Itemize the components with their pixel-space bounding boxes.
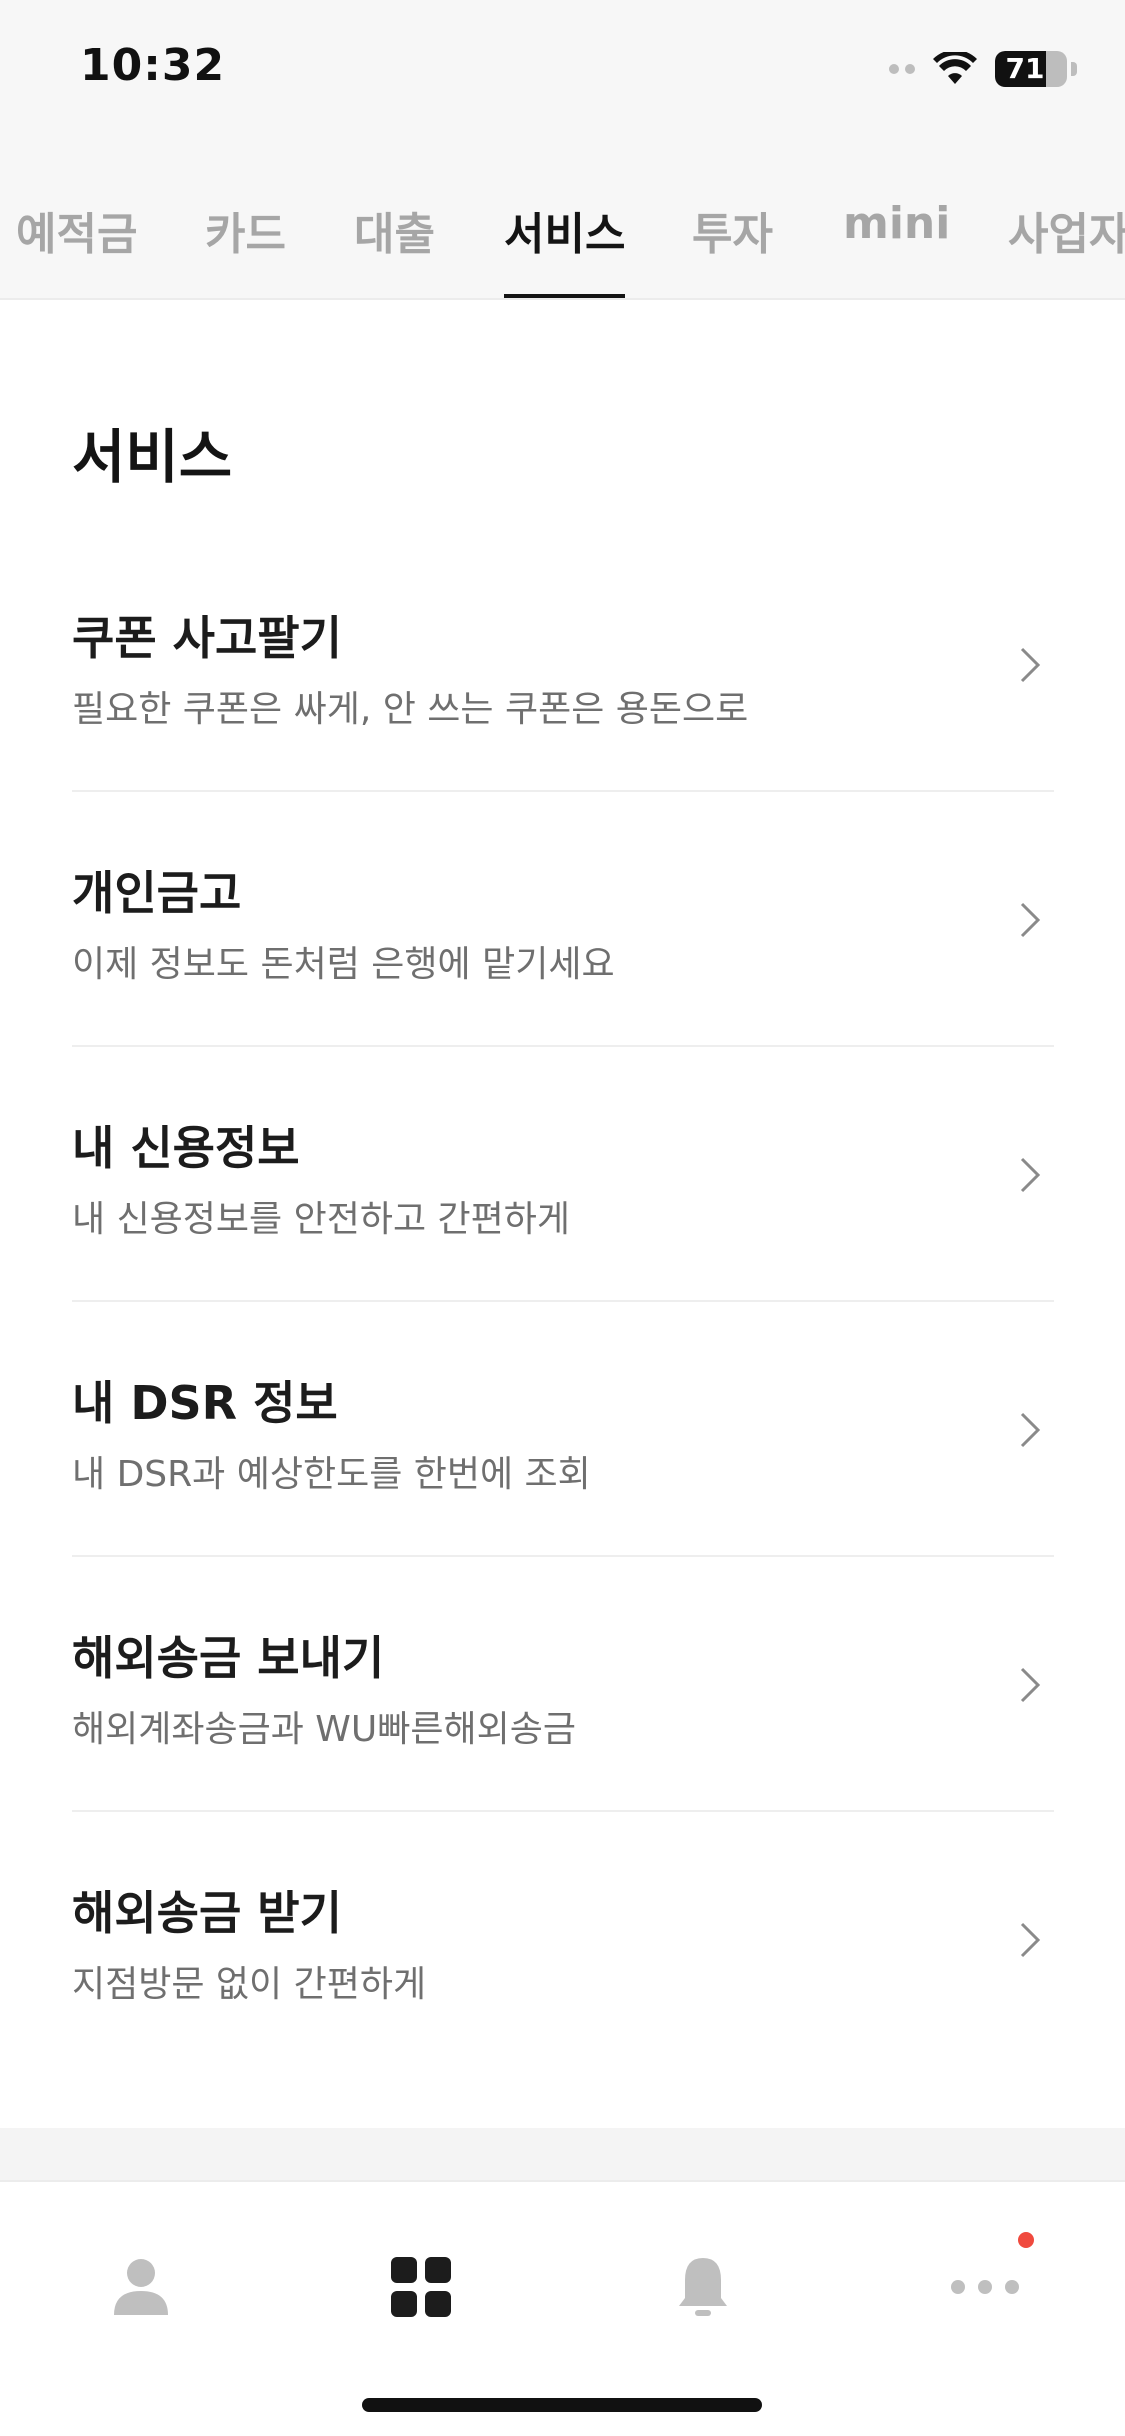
page-title: 서비스 [72,423,233,491]
status-time: 10:32 [80,40,226,91]
chevron-right-icon [1020,1412,1041,1448]
service-item-receive-remittance[interactable]: 해외송금 받기 지점방문 없이 간편하게 [72,1812,1054,2067]
service-list: 쿠폰 사고팔기 필요한 쿠폰은 싸게, 안 쓰는 쿠폰은 용돈으로 개인금고 이… [72,537,1054,2067]
nav-more-button[interactable] [930,2232,1040,2342]
tab-mini[interactable]: mini [843,198,950,298]
cellular-signal-icon [889,64,915,74]
category-tabs: 예적금 카드 대출 서비스 투자 mini 사업자 [0,150,1125,300]
service-title: 쿠폰 사고팔기 [72,611,342,665]
home-indicator [362,2398,762,2412]
tab-invest[interactable]: 투자 [692,198,773,298]
person-icon [114,2259,168,2315]
battery-level-text: 71 [1005,52,1045,85]
service-subtitle: 필요한 쿠폰은 싸게, 안 쓰는 쿠폰은 용돈으로 [72,689,749,730]
service-subtitle: 내 신용정보를 안전하고 간편하게 [72,1199,571,1240]
service-title: 해외송금 보내기 [72,1631,385,1685]
bell-icon [679,2258,727,2316]
service-item-credit-info[interactable]: 내 신용정보 내 신용정보를 안전하고 간편하게 [72,1047,1054,1302]
section-divider [0,2128,1125,2180]
chevron-right-icon [1020,1157,1041,1193]
grid-icon [391,2257,451,2317]
chevron-right-icon [1020,1922,1041,1958]
chevron-right-icon [1020,647,1041,683]
service-subtitle: 이제 정보도 돈처럼 은행에 맡기세요 [72,944,615,985]
tab-savings[interactable]: 예적금 [16,198,137,298]
nav-notifications-button[interactable] [648,2232,758,2342]
service-title: 개인금고 [72,866,242,920]
nav-my-button[interactable] [86,2232,196,2342]
service-item-dsr-info[interactable]: 내 DSR 정보 내 DSR과 예상한도를 한번에 조회 [72,1302,1054,1557]
bottom-nav [0,2180,1125,2436]
tab-service[interactable]: 서비스 [504,198,626,298]
service-item-send-remittance[interactable]: 해외송금 보내기 해외계좌송금과 WU빠른해외송금 [72,1557,1054,1812]
service-subtitle: 해외계좌송금과 WU빠른해외송금 [72,1709,576,1750]
tab-business[interactable]: 사업자 [1008,198,1125,298]
wifi-icon [933,52,977,84]
tab-loan[interactable]: 대출 [354,198,435,298]
notification-badge-dot [1018,2232,1034,2248]
chevron-right-icon [1020,902,1041,938]
screen: 10:32 71 예적금 카드 대출 서비스 투자 mini 사업자 서비스 쿠… [0,0,1125,2436]
status-icons: 71 [889,48,1077,90]
service-title: 해외송금 받기 [72,1886,342,1940]
battery-icon: 71 [995,51,1067,87]
service-subtitle: 지점방문 없이 간편하게 [72,1964,427,2005]
service-subtitle: 내 DSR과 예상한도를 한번에 조회 [72,1454,591,1495]
nav-services-button[interactable] [366,2232,476,2342]
service-item-coupon[interactable]: 쿠폰 사고팔기 필요한 쿠폰은 싸게, 안 쓰는 쿠폰은 용돈으로 [72,537,1054,792]
service-item-personal-safe[interactable]: 개인금고 이제 정보도 돈처럼 은행에 맡기세요 [72,792,1054,1047]
battery-cap [1071,62,1077,76]
more-icon [951,2280,1019,2294]
service-title: 내 DSR 정보 [72,1376,338,1430]
service-title: 내 신용정보 [72,1121,300,1175]
status-bar: 10:32 71 [0,0,1125,150]
chevron-right-icon [1020,1667,1041,1703]
tab-card[interactable]: 카드 [205,198,286,298]
